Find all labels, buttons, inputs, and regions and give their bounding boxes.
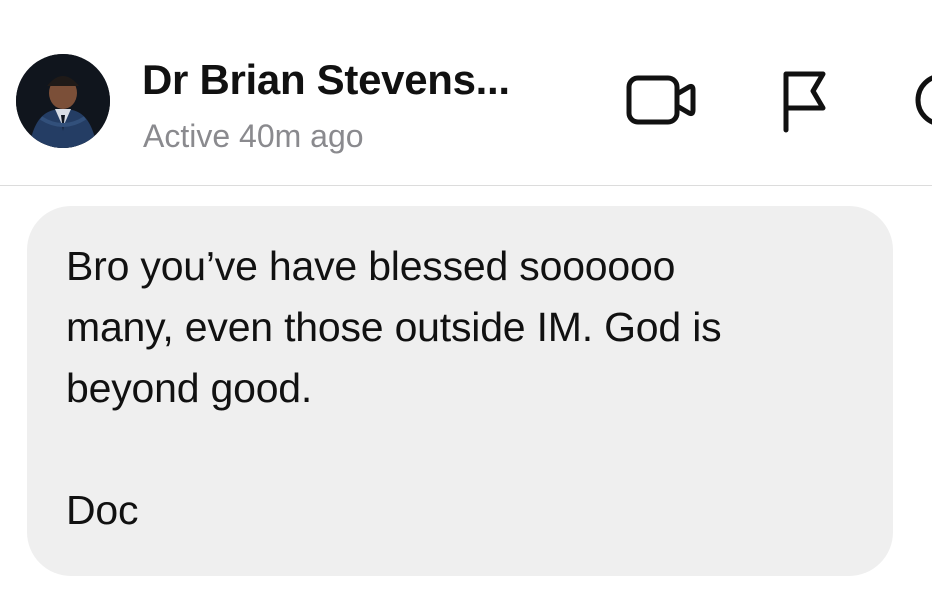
chat-screen: Dr Brian Stevens... Active 40m ago Bro y… (0, 0, 932, 610)
conversation-info-button[interactable] (900, 60, 932, 140)
chat-header: Dr Brian Stevens... Active 40m ago (0, 0, 932, 186)
report-button[interactable] (762, 60, 842, 140)
avatar-photo (16, 54, 110, 148)
message-text: Bro you’ve have blessed soooooo many, ev… (66, 243, 722, 533)
active-status: Active 40m ago (143, 118, 364, 154)
video-call-button[interactable] (614, 60, 704, 140)
flag-icon (783, 71, 826, 133)
contact-avatar[interactable] (16, 54, 110, 148)
video-camera-icon (626, 75, 696, 125)
incoming-message-bubble[interactable]: Bro you’ve have blessed soooooo many, ev… (27, 206, 893, 576)
message-thread[interactable]: Bro you’ve have blessed soooooo many, ev… (0, 186, 932, 610)
contact-name[interactable]: Dr Brian Stevens... (142, 56, 510, 104)
info-icon (915, 75, 932, 125)
